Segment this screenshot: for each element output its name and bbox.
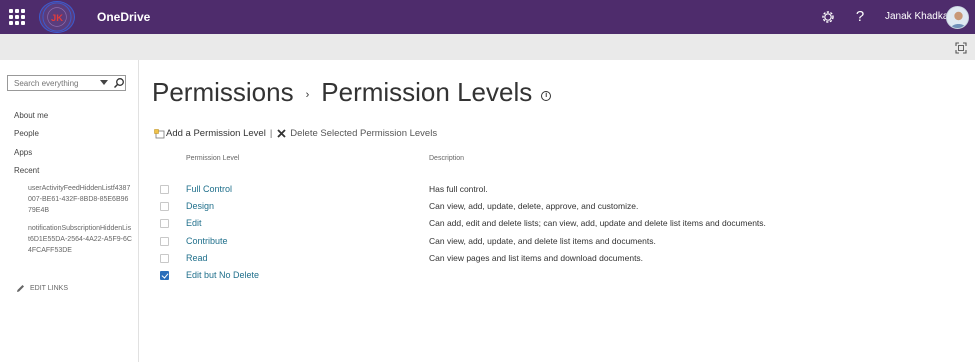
page-title: Permissions › Permission Levels i — [152, 77, 552, 108]
toolbar-divider: | — [269, 128, 273, 139]
edit-links-label: EDIT LINKS — [30, 285, 68, 292]
row-checkbox[interactable] — [160, 202, 169, 211]
app-name[interactable]: OneDrive — [97, 10, 150, 24]
command-sub-bar — [0, 34, 975, 60]
brand-logo[interactable]: JK — [39, 1, 75, 33]
user-name[interactable]: Janak Khadka — [885, 11, 948, 22]
table-row: Contribute Can view, add, update, and de… — [158, 236, 958, 250]
chevron-down-icon[interactable] — [100, 80, 108, 85]
row-checkbox[interactable] — [160, 254, 169, 263]
column-header-description[interactable]: Description — [429, 155, 464, 162]
table-row: Read Can view pages and list items and d… — [158, 253, 958, 267]
svg-text:JK: JK — [51, 13, 63, 23]
table-row: Edit Can add, edit and delete lists; can… — [158, 218, 958, 232]
table-row: Design Can view, add, update, delete, ap… — [158, 201, 958, 215]
add-permission-level-label: Add a Permission Level — [166, 128, 266, 139]
table-row: Full Control Has full control. — [158, 184, 958, 198]
permission-description: Can view, add, update, delete, approve, … — [429, 201, 639, 211]
toolbar: Add a Permission Level | Delete Selected… — [154, 128, 437, 139]
search-box — [7, 75, 126, 91]
permission-description: Can add, edit and delete lists; can view… — [429, 218, 766, 228]
left-navigation: About me People Apps Recent userActivity… — [0, 60, 139, 362]
main-content: Permissions › Permission Levels i Add a … — [140, 60, 975, 362]
nav-item-apps[interactable]: Apps — [14, 148, 32, 157]
permission-level-link[interactable]: Contribute — [186, 236, 228, 246]
info-icon[interactable]: i — [541, 90, 552, 101]
edit-links-button[interactable]: EDIT LINKS — [16, 284, 68, 293]
focus-mode-icon[interactable] — [955, 42, 967, 54]
row-checkbox[interactable] — [160, 237, 169, 246]
close-x-icon — [277, 129, 286, 138]
permission-level-link[interactable]: Design — [186, 201, 214, 211]
column-header-permission-level[interactable]: Permission Level — [186, 155, 239, 162]
nav-item-people[interactable]: People — [14, 129, 39, 138]
waffle-icon[interactable] — [8, 8, 26, 26]
breadcrumb-current: Permission Levels — [321, 77, 533, 107]
breadcrumb-separator: › — [305, 88, 310, 101]
permission-description: Can view, add, update, and delete list i… — [429, 236, 656, 246]
delete-permission-levels-button[interactable]: Delete Selected Permission Levels — [276, 128, 437, 139]
avatar[interactable] — [946, 6, 969, 29]
permission-description: Has full control. — [429, 184, 488, 194]
search-icon[interactable] — [113, 77, 125, 89]
table-row: Edit but No Delete — [158, 270, 958, 284]
row-checkbox[interactable] — [160, 271, 169, 280]
permission-level-link[interactable]: Edit but No Delete — [186, 270, 259, 280]
pencil-icon — [17, 285, 24, 292]
delete-permission-levels-label: Delete Selected Permission Levels — [290, 128, 438, 139]
row-checkbox[interactable] — [160, 185, 169, 194]
permission-level-link[interactable]: Read — [186, 253, 208, 263]
help-icon[interactable]: ? — [853, 8, 867, 25]
search-input[interactable] — [8, 76, 96, 90]
suite-bar: JK OneDrive ? Janak Khadka — [0, 0, 975, 34]
permission-description: Can view pages and list items and downlo… — [429, 253, 644, 263]
breadcrumb-permissions[interactable]: Permissions — [152, 77, 294, 108]
nav-item-recent[interactable]: Recent — [14, 166, 39, 175]
add-permission-level-button[interactable]: Add a Permission Level — [154, 128, 266, 139]
recent-item[interactable]: notificationSubscriptionHiddenList6D1E55… — [28, 223, 132, 256]
add-item-icon — [154, 128, 165, 138]
recent-item[interactable]: userActivityFeedHiddenListf4387007-BE61-… — [28, 183, 132, 216]
row-checkbox[interactable] — [160, 219, 169, 228]
gear-icon[interactable] — [820, 9, 836, 25]
permission-level-link[interactable]: Full Control — [186, 184, 232, 194]
nav-item-about-me[interactable]: About me — [14, 111, 48, 120]
permission-level-link[interactable]: Edit — [186, 218, 202, 228]
